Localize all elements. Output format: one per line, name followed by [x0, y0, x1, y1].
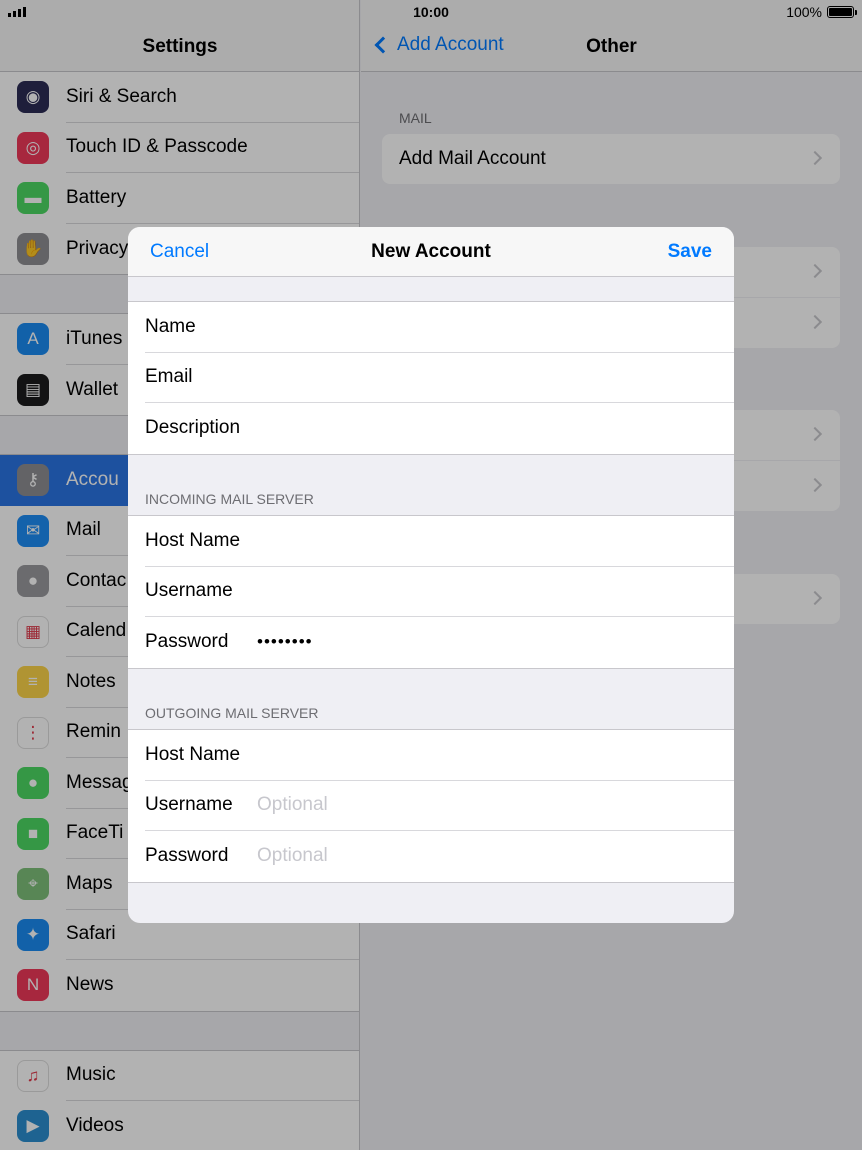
password-input[interactable]: ••••••••: [257, 632, 313, 652]
field-row-username[interactable]: Username: [145, 567, 734, 617]
field-label: Host Name: [145, 529, 241, 551]
field-label: Name: [145, 315, 196, 337]
field-row-host-name[interactable]: Host Name: [145, 516, 734, 567]
field-row-username[interactable]: Username Optional: [145, 781, 734, 831]
field-label: Password: [145, 845, 229, 867]
account-fields-group: Name Email Description: [128, 301, 734, 455]
field-label: Description: [145, 417, 241, 439]
field-label: Password: [145, 631, 229, 653]
incoming-server-header: INCOMING MAIL SERVER: [145, 491, 314, 507]
field-row-password[interactable]: Password ••••••••: [145, 617, 734, 668]
outgoing-fields-group: Host Name Username Optional Password Optiona…: [128, 729, 734, 883]
new-account-modal: Cancel New Account Save Name Email Descrip…: [128, 227, 734, 923]
password-input[interactable]: Optional: [257, 845, 328, 867]
save-button[interactable]: Save: [668, 241, 712, 263]
field-row-name[interactable]: Name: [145, 302, 734, 353]
field-row-password[interactable]: Password Optional: [145, 831, 734, 882]
field-label: Email: [145, 366, 193, 388]
field-label: Username: [145, 580, 233, 602]
modal-title: New Account: [371, 241, 491, 262]
field-label: Username: [145, 794, 233, 816]
field-label: Host Name: [145, 743, 241, 765]
username-input[interactable]: Optional: [257, 794, 328, 816]
field-row-host-name[interactable]: Host Name: [145, 730, 734, 781]
outgoing-server-header: OUTGOING MAIL SERVER: [145, 705, 319, 721]
field-row-description[interactable]: Description: [145, 403, 734, 454]
field-row-email[interactable]: Email: [145, 353, 734, 403]
incoming-fields-group: Host Name Username Password ••••••••: [128, 515, 734, 669]
modal-nav-bar: Cancel New Account Save: [128, 227, 734, 277]
